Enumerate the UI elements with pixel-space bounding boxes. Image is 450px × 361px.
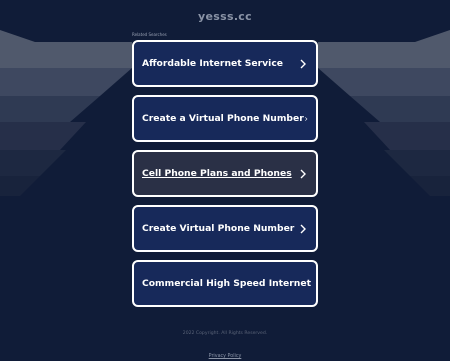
- related-link-commercial-high-speed-internet[interactable]: Commercial High Speed Internet: [132, 260, 318, 307]
- related-link-create-virtual-phone-number[interactable]: Create Virtual Phone Number: [132, 205, 318, 252]
- privacy-policy-link[interactable]: Privacy Policy: [209, 354, 242, 359]
- chevron-right-icon: [300, 224, 306, 233]
- copyright-text: 2022 Copyright. All Rights Reserved.: [182, 331, 268, 336]
- privacy-policy-container: Privacy Policy: [0, 342, 450, 361]
- related-link-label: Commercial High Speed Internet: [142, 278, 311, 289]
- related-link-label: Create Virtual Phone Number: [142, 223, 295, 234]
- related-link-affordable-internet-service[interactable]: Affordable Internet Service: [132, 40, 318, 87]
- related-link-label: Create a Virtual Phone Number: [142, 113, 304, 124]
- chevron-right-icon: [300, 169, 306, 178]
- site-domain: yesss.cc: [198, 10, 252, 23]
- related-link-create-a-virtual-phone-number[interactable]: Create a Virtual Phone Number: [132, 95, 318, 142]
- related-links-list: Affordable Internet Service Create a Vir…: [132, 40, 318, 315]
- related-link-label: Affordable Internet Service: [142, 58, 283, 69]
- chevron-right-icon: [304, 116, 308, 121]
- related-link-cell-phone-plans-and-phones[interactable]: Cell Phone Plans and Phones: [132, 150, 318, 197]
- related-link-label: Cell Phone Plans and Phones: [142, 168, 292, 179]
- related-searches-label: Related Searches: [132, 32, 167, 37]
- chevron-right-icon: [300, 59, 306, 68]
